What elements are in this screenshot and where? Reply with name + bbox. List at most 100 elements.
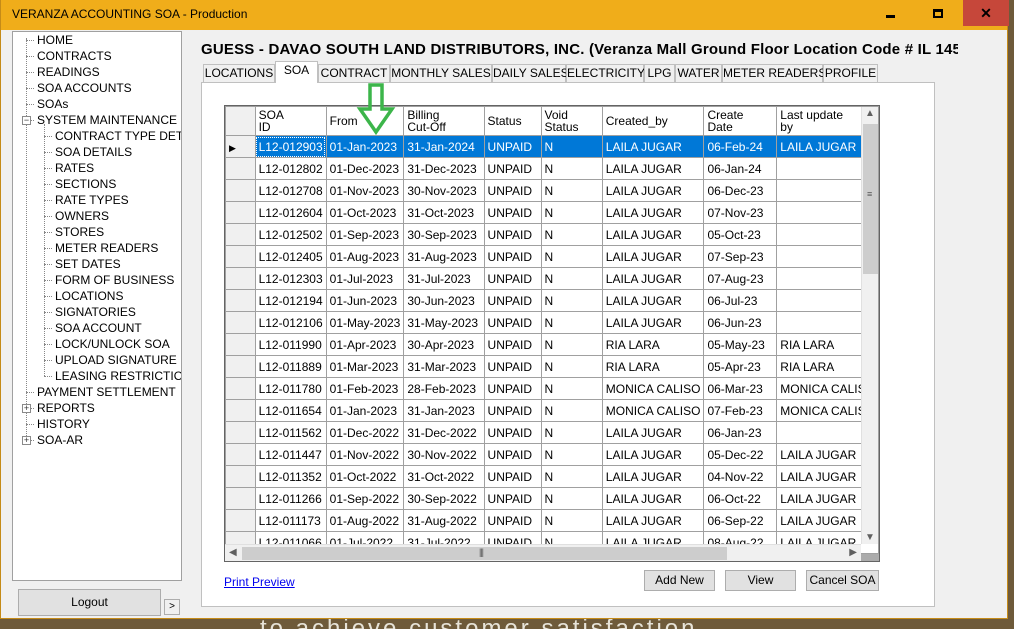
table-cell[interactable]: UNPAID [483, 223, 542, 246]
table-cell[interactable]: UNPAID [483, 135, 542, 158]
table-cell[interactable]: 04-Nov-22 [703, 465, 778, 488]
table-row[interactable]: L12-011447 01-Nov-2022 30-Nov-2022 UNPAID N L… [225, 443, 879, 466]
table-cell[interactable]: UNPAID [483, 487, 542, 510]
table-cell[interactable]: 01-Feb-2023 [325, 377, 405, 400]
table-cell[interactable]: LAILA JUGAR [601, 135, 705, 158]
table-row[interactable]: L12-012604 01-Oct-2023 31-Oct-2023 UNPAID N L… [225, 201, 879, 224]
table-cell[interactable]: LAILA JUGAR [601, 465, 705, 488]
table-cell[interactable]: N [540, 465, 603, 488]
close-button[interactable]: ✕ [963, 0, 1009, 26]
tree-item-owners[interactable]: OWNERS [55, 208, 109, 224]
table-cell[interactable]: 30-Apr-2023 [403, 333, 485, 356]
table-cell[interactable]: L12-011780 [254, 377, 327, 400]
row-header[interactable] [225, 399, 256, 422]
tree-item-soa-details[interactable]: SOA DETAILS [55, 144, 132, 160]
vertical-scroll-thumb[interactable]: ≡ [863, 124, 878, 274]
tree-item-signatories[interactable]: SIGNATORIES [55, 304, 136, 320]
table-cell[interactable]: 01-Apr-2023 [325, 333, 405, 356]
table-cell[interactable]: L12-011654 [254, 399, 327, 422]
table-cell[interactable]: 07-Nov-23 [703, 201, 778, 224]
cancel-soa-button[interactable]: Cancel SOA [806, 570, 879, 591]
row-header[interactable] [225, 443, 256, 466]
table-cell[interactable]: 28-Feb-2023 [403, 377, 485, 400]
tree-item-soa-accounts[interactable]: SOA ACCOUNTS [37, 80, 132, 96]
table-cell[interactable]: LAILA JUGAR [601, 245, 705, 268]
soa-grid[interactable]: SOA ID From Billing Cut-Off Status Void Stat… [224, 105, 880, 562]
column-header[interactable]: Create Date [703, 106, 778, 136]
table-cell[interactable]: 31-Dec-2023 [403, 157, 485, 180]
tree-item-upload-signature[interactable]: UPLOAD SIGNATURE [55, 352, 177, 368]
print-preview-link[interactable]: Print Preview [224, 575, 295, 589]
tab-monthly-sales[interactable]: MONTHLY SALES [390, 64, 492, 83]
table-cell[interactable]: 01-Aug-2023 [325, 245, 405, 268]
table-row[interactable]: L12-012708 01-Nov-2023 30-Nov-2023 UNPAID N L… [225, 179, 879, 202]
table-cell[interactable]: L12-012708 [254, 179, 327, 202]
table-cell[interactable]: 01-Oct-2022 [325, 465, 405, 488]
expand-panel-button[interactable]: > [164, 599, 180, 615]
tree-item-reports[interactable]: REPORTS [37, 400, 95, 416]
grid-vertical-scrollbar[interactable]: ▲ ≡ ▼ [861, 107, 878, 544]
table-cell[interactable]: LAILA JUGAR [601, 179, 705, 202]
table-cell[interactable]: 30-Jun-2023 [403, 289, 485, 312]
tree-item-lock-unlock-soa[interactable]: LOCK/UNLOCK SOA [55, 336, 170, 352]
table-row[interactable]: L12-012106 01-May-2023 31-May-2023 UNPAID N L… [225, 311, 879, 334]
table-cell[interactable]: L12-012194 [254, 289, 327, 312]
table-cell[interactable]: 31-Jan-2023 [403, 399, 485, 422]
table-cell[interactable]: N [540, 487, 603, 510]
view-button[interactable]: View [725, 570, 796, 591]
table-cell[interactable]: LAILA JUGAR [601, 157, 705, 180]
table-cell[interactable]: UNPAID [483, 311, 542, 334]
table-cell[interactable]: L12-011990 [254, 333, 327, 356]
tree-item-meter-readers[interactable]: METER READERS [55, 240, 158, 256]
tab-electricity[interactable]: ELECTRICITY [566, 64, 645, 83]
row-header[interactable] [225, 311, 256, 334]
tab-profile[interactable]: PROFILE [823, 64, 878, 83]
row-header[interactable] [225, 157, 256, 180]
row-header[interactable] [225, 179, 256, 202]
table-row[interactable]: L12-012303 01-Jul-2023 31-Jul-2023 UNPAID N L… [225, 267, 879, 290]
row-header[interactable] [225, 465, 256, 488]
tree-item-set-dates[interactable]: SET DATES [55, 256, 121, 272]
tree-item-soa-account[interactable]: SOA ACCOUNT [55, 320, 142, 336]
table-cell[interactable]: L12-011562 [254, 421, 327, 444]
tree-item-rate-types[interactable]: RATE TYPES [55, 192, 129, 208]
tab-locations[interactable]: LOCATIONS [203, 64, 275, 83]
row-header[interactable] [225, 245, 256, 268]
table-cell[interactable]: RIA LARA [601, 333, 705, 356]
table-cell[interactable]: LAILA JUGAR [601, 443, 705, 466]
row-header[interactable] [225, 421, 256, 444]
tree-item-leasing-restrictions[interactable]: LEASING RESTRICTIONS [55, 368, 181, 384]
table-cell[interactable]: L12-011352 [254, 465, 327, 488]
tree-item-system-maintenance[interactable]: SYSTEM MAINTENANCE [37, 112, 177, 128]
table-cell[interactable]: 07-Sep-23 [703, 245, 778, 268]
table-cell[interactable]: N [540, 311, 603, 334]
table-row[interactable]: L12-012194 01-Jun-2023 30-Jun-2023 UNPAID N L… [225, 289, 879, 312]
minimize-button[interactable] [867, 0, 913, 26]
table-cell[interactable]: N [540, 179, 603, 202]
table-cell[interactable]: 01-Jul-2023 [325, 267, 405, 290]
table-cell[interactable]: 01-Jan-2023 [325, 399, 405, 422]
table-cell[interactable]: 01-Sep-2022 [325, 487, 405, 510]
tree-item-locations[interactable]: LOCATIONS [55, 288, 123, 304]
table-cell[interactable]: N [540, 135, 603, 158]
table-cell[interactable]: 31-Jan-2024 [403, 135, 485, 158]
table-cell[interactable]: UNPAID [483, 245, 542, 268]
table-row[interactable]: L12-011562 01-Dec-2022 31-Dec-2022 UNPAID N L… [225, 421, 879, 444]
tab-meter-readers[interactable]: METER READERS [722, 64, 826, 83]
table-cell[interactable]: L12-011447 [254, 443, 327, 466]
table-cell[interactable]: N [540, 421, 603, 444]
table-cell[interactable]: 30-Sep-2023 [403, 223, 485, 246]
table-cell[interactable]: 06-Dec-23 [703, 179, 778, 202]
row-header[interactable] [225, 487, 256, 510]
table-cell[interactable]: UNPAID [483, 465, 542, 488]
row-header[interactable] [225, 289, 256, 312]
scroll-left-icon[interactable]: ◀ [229, 547, 237, 558]
tree-item-history[interactable]: HISTORY [37, 416, 90, 432]
tree-item-soa-ar[interactable]: SOA-AR [37, 432, 83, 448]
table-cell[interactable]: L12-012903 [254, 135, 327, 158]
tree-item-contract-type-details[interactable]: CONTRACT TYPE DETAILS [55, 128, 181, 144]
table-cell[interactable]: 06-Jan-24 [703, 157, 778, 180]
tree-item-home[interactable]: HOME [37, 32, 73, 48]
table-cell[interactable]: N [540, 443, 603, 466]
table-cell[interactable]: L12-012802 [254, 157, 327, 180]
